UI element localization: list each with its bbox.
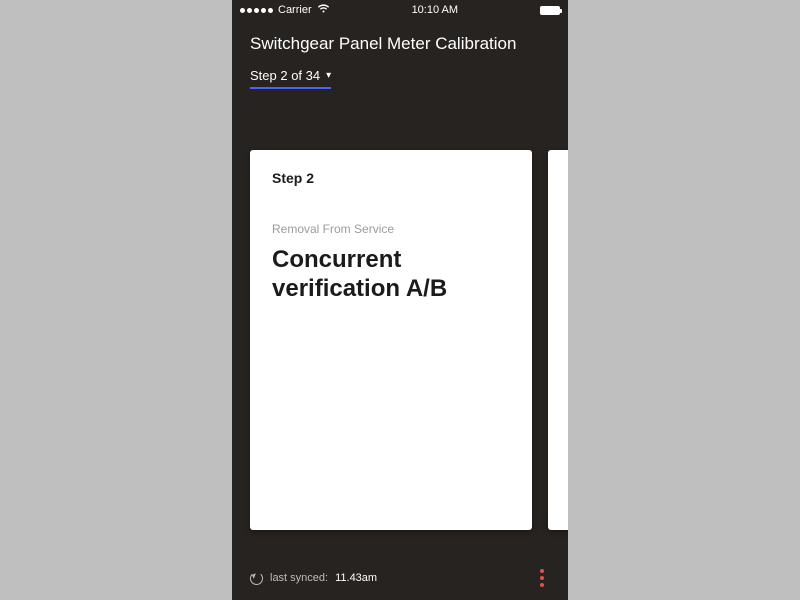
signal-dots-icon (240, 8, 273, 13)
more-dot-icon (540, 569, 544, 573)
card-carousel[interactable]: Step 2 Removal From Service Concurrent v… (250, 150, 568, 530)
sync-label: last synced: (270, 572, 328, 584)
page-title: Switchgear Panel Meter Calibration (250, 34, 550, 54)
card-section-label: Removal From Service (272, 222, 510, 236)
card-step-label: Step 2 (272, 170, 510, 186)
card-title: Concurrent verification A/B (272, 246, 510, 304)
sync-status: last synced: 11.43am (250, 572, 377, 585)
status-bar: Carrier 10:10 AM (232, 0, 568, 20)
step-card[interactable]: Ste Rem Di lea an de (548, 150, 568, 530)
status-bar-left: Carrier (240, 4, 330, 16)
carrier-label: Carrier (278, 4, 312, 16)
more-dot-icon (540, 576, 544, 580)
sync-time: 11.43am (335, 572, 377, 584)
status-bar-right (540, 6, 560, 15)
header: Switchgear Panel Meter Calibration Step … (232, 20, 568, 99)
phone-screen: Carrier 10:10 AM Switchgear Panel Meter … (232, 0, 568, 600)
more-dot-icon (540, 583, 544, 587)
sync-icon (250, 572, 263, 585)
wifi-icon (317, 4, 330, 16)
more-button[interactable] (534, 563, 550, 593)
step-card[interactable]: Step 2 Removal From Service Concurrent v… (250, 150, 532, 530)
status-bar-time: 10:10 AM (412, 4, 458, 16)
battery-icon (540, 6, 560, 15)
chevron-down-icon: ▾ (326, 70, 331, 81)
step-selector[interactable]: Step 2 of 34 ▾ (250, 68, 331, 89)
step-selector-label: Step 2 of 34 (250, 68, 320, 83)
footer: last synced: 11.43am (232, 556, 568, 600)
